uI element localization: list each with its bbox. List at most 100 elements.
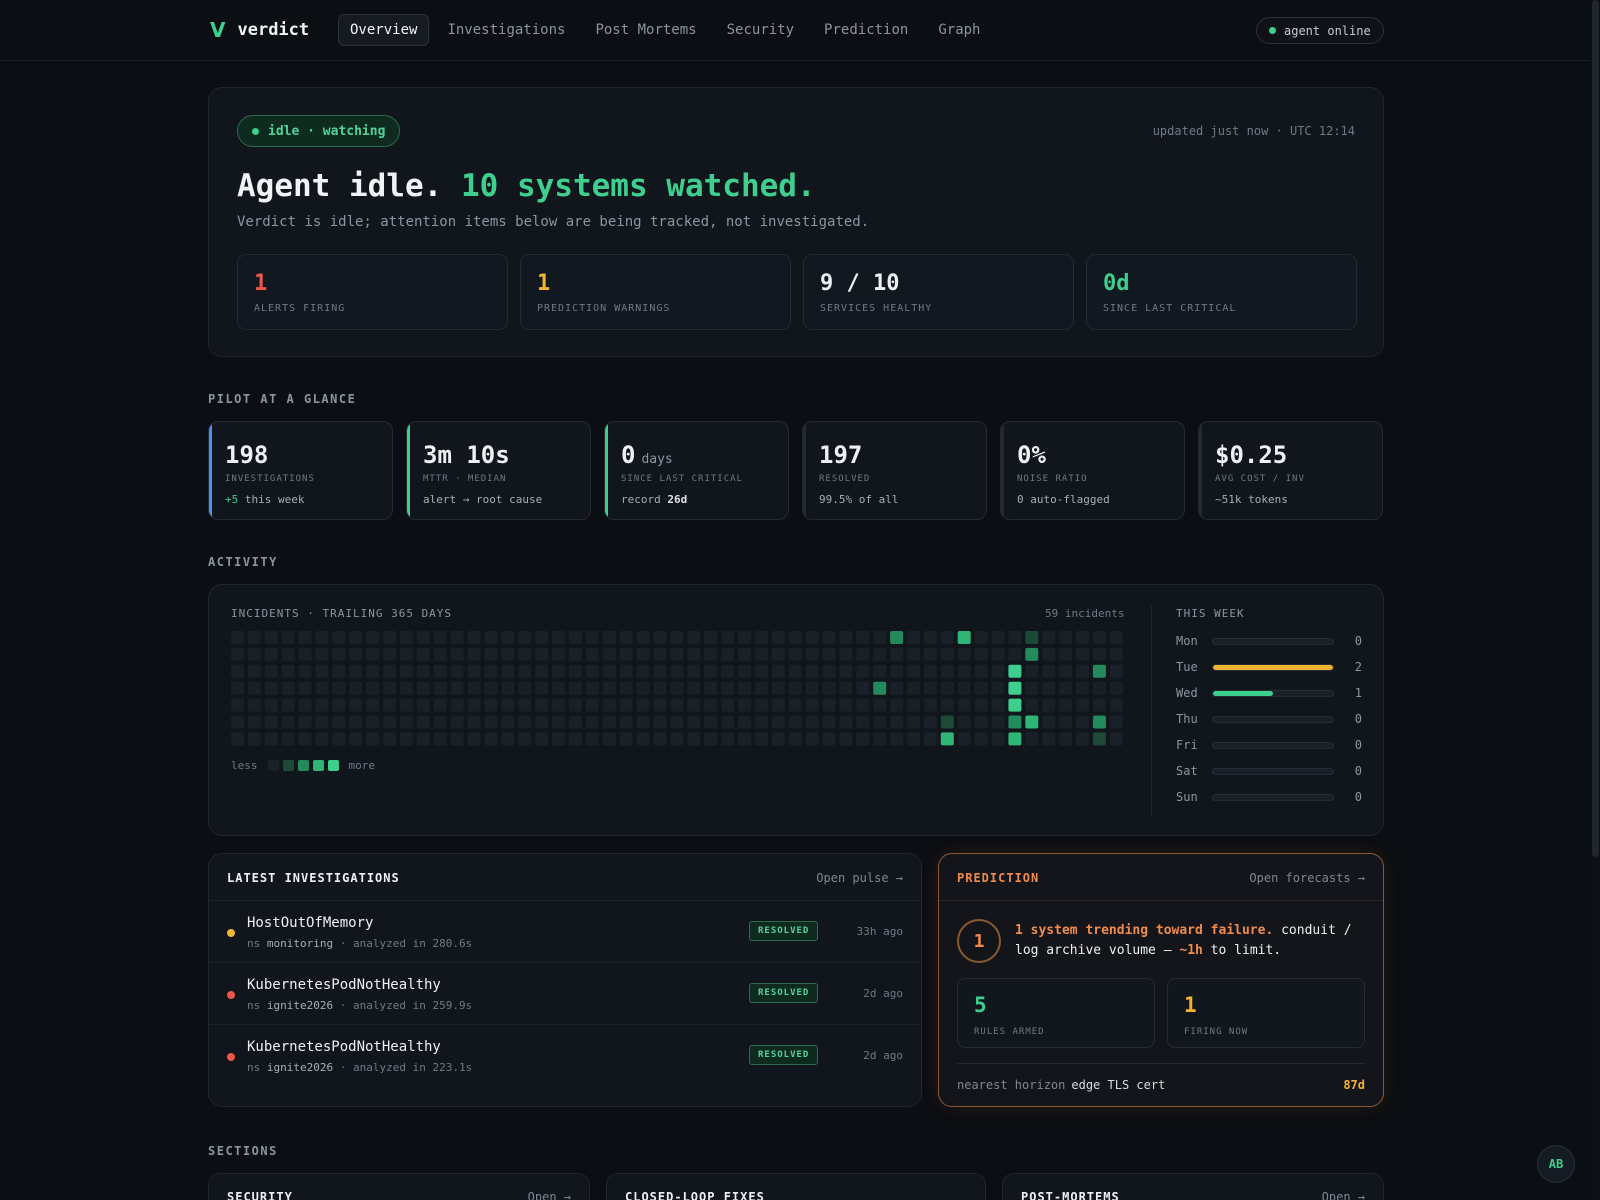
stat-rules-armed[interactable]: 5 RULES ARMED xyxy=(957,978,1155,1048)
heatmap-cell xyxy=(670,681,684,695)
heatmap-cell xyxy=(349,647,363,661)
nav-post-mortems[interactable]: Post Mortems xyxy=(583,14,708,46)
stat-firing-now[interactable]: 1 FIRING NOW xyxy=(1167,978,1365,1048)
heatmap-cell xyxy=(383,698,397,712)
heatmap-cell xyxy=(349,631,363,644)
heatmap-cell xyxy=(771,732,785,746)
section-card-closed-loop-fixes[interactable]: CLOSED-LOOP FIXES xyxy=(606,1173,986,1200)
open-pulse-link[interactable]: Open pulse → xyxy=(816,871,903,885)
kpi-noise-ratio[interactable]: 0% NOISE RATIO 0 auto-flagged xyxy=(1000,421,1185,520)
heatmap-cell xyxy=(890,715,904,729)
nav-overview[interactable]: Overview xyxy=(338,14,430,46)
heatmap-cell xyxy=(687,631,701,644)
section-card-security[interactable]: SECURITY Open → xyxy=(208,1173,590,1200)
user-avatar[interactable]: AB xyxy=(1537,1145,1575,1183)
heatmap-cell xyxy=(298,647,312,661)
heatmap-cell xyxy=(467,715,481,729)
heatmap-cell xyxy=(619,664,633,678)
heatmap-cell xyxy=(1059,631,1073,644)
heatmap-cell xyxy=(298,664,312,678)
heatmap-cell xyxy=(771,681,785,695)
kpi-value: 0 days xyxy=(621,441,673,469)
nav-investigations[interactable]: Investigations xyxy=(435,14,577,46)
heatmap-cell xyxy=(907,681,920,695)
heatmap-cell xyxy=(366,647,380,661)
heatmap-cell xyxy=(805,647,819,661)
investigation-row[interactable]: HostOutOfMemory ns monitoring · analyzed… xyxy=(209,900,921,962)
incidents-count: 59 incidents xyxy=(1045,607,1125,620)
heatmap-cell xyxy=(636,698,650,712)
panel-title: LATEST INVESTIGATIONS xyxy=(227,871,400,885)
horizon-days: 87d xyxy=(1343,1078,1365,1092)
heatmap-cell xyxy=(957,732,971,746)
heatmap-cell xyxy=(839,631,853,644)
heatmap-cell xyxy=(788,647,802,661)
heatmap-cell xyxy=(585,664,599,678)
scrollbar-thumb[interactable] xyxy=(1592,0,1599,857)
heatmap-cell xyxy=(416,732,430,746)
heatmap-cell xyxy=(822,715,836,729)
heatmap-cell xyxy=(281,732,295,746)
kpi-label: NOISE RATIO xyxy=(1017,474,1088,484)
nav-graph[interactable]: Graph xyxy=(926,14,992,46)
heatmap-cell xyxy=(907,732,920,746)
heatmap-cell xyxy=(416,664,430,678)
heatmap-cell xyxy=(771,631,785,644)
heatmap-cell xyxy=(805,664,819,678)
status-badge: RESOLVED xyxy=(749,1045,819,1065)
kpi-since-last-critical[interactable]: 0 days SINCE LAST CRITICAL record 26d xyxy=(604,421,789,520)
divider xyxy=(939,900,1383,901)
heatmap-cell xyxy=(1092,664,1106,678)
open-link[interactable]: Open → xyxy=(528,1190,571,1200)
week-day-label: Wed xyxy=(1176,686,1198,700)
agent-status-pill[interactable]: agent online xyxy=(1256,17,1384,44)
heatmap-cell xyxy=(771,698,785,712)
heatmap-cell xyxy=(721,732,735,746)
section-card-post-mortems[interactable]: POST-MORTEMS Open → xyxy=(1002,1173,1384,1200)
heatmap-cell xyxy=(1109,732,1123,746)
investigation-row[interactable]: KubernetesPodNotHealthy ns ignite2026 · … xyxy=(209,962,921,1024)
heatmap-cell xyxy=(484,664,498,678)
open-link[interactable]: Open → xyxy=(1322,1190,1365,1200)
heatmap-cell xyxy=(940,698,954,712)
kpi-avg-cost[interactable]: $0.25 AVG COST / INV ~51k tokens xyxy=(1198,421,1383,520)
heatmap-cell xyxy=(822,698,836,712)
heatmap-cell xyxy=(653,715,667,729)
heatmap-cell xyxy=(738,715,751,729)
panel-title: POST-MORTEMS xyxy=(1021,1190,1120,1200)
nav-security[interactable]: Security xyxy=(715,14,806,46)
stat-alerts-firing[interactable]: 1 ALERTS FIRING xyxy=(237,254,508,330)
heatmap-cell xyxy=(856,698,870,712)
stat-since-last-critical[interactable]: 0d SINCE LAST CRITICAL xyxy=(1086,254,1357,330)
stat-services-healthy[interactable]: 9 / 10 SERVICES HEALTHY xyxy=(803,254,1074,330)
heatmap-cell xyxy=(1042,647,1056,661)
heatmap-cell xyxy=(873,715,887,729)
heatmap-cell xyxy=(1008,631,1022,644)
kpi-resolved[interactable]: 197 RESOLVED 99.5% of all xyxy=(802,421,987,520)
severity-dot-icon xyxy=(227,1053,235,1061)
heatmap-cell xyxy=(552,631,566,644)
heatmap-cell xyxy=(585,715,599,729)
heatmap-cell xyxy=(738,664,751,678)
heatmap-cell xyxy=(653,647,667,661)
nav-prediction[interactable]: Prediction xyxy=(812,14,920,46)
heatmap-cell xyxy=(738,732,751,746)
heatmap-cell xyxy=(721,715,735,729)
stat-value: 0d xyxy=(1103,271,1130,296)
heatmap-cell xyxy=(1059,681,1073,695)
stat-prediction-warnings[interactable]: 1 PREDICTION WARNINGS xyxy=(520,254,791,330)
severity-dot-icon xyxy=(227,929,235,937)
alert-meta: ns ignite2026 · analyzed in 223.1s xyxy=(247,1061,473,1074)
heatmap-cell xyxy=(1059,664,1073,678)
week-count: 0 xyxy=(1354,790,1362,804)
heatmap-cell xyxy=(890,631,904,644)
heatmap-cell xyxy=(281,664,295,678)
kpi-mttr[interactable]: 3m 10s MTTR · MEDIAN alert → root cause xyxy=(406,421,591,520)
heatmap-cell xyxy=(704,681,718,695)
heatmap-cell xyxy=(856,631,870,644)
investigation-row[interactable]: KubernetesPodNotHealthy ns ignite2026 · … xyxy=(209,1024,921,1086)
brand[interactable]: V verdict xyxy=(210,18,309,42)
kpi-investigations[interactable]: 198 INVESTIGATIONS +5 this week xyxy=(208,421,393,520)
heatmap-cell xyxy=(923,647,937,661)
open-forecasts-link[interactable]: Open forecasts → xyxy=(1249,871,1365,885)
